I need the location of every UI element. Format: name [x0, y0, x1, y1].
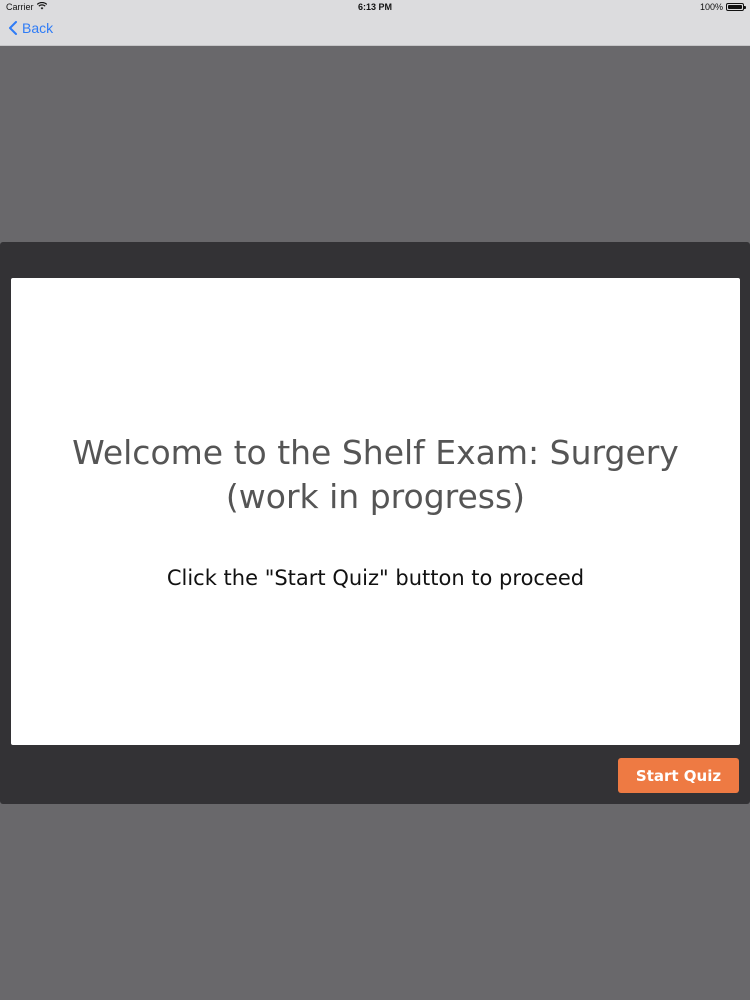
quiz-frame: Welcome to the Shelf Exam: Surgery (work… [0, 242, 750, 804]
welcome-title-line-1: Welcome to the Shelf Exam: Surgery [72, 433, 679, 472]
battery-icon [726, 3, 746, 11]
quiz-slide: Welcome to the Shelf Exam: Surgery (work… [11, 278, 740, 745]
instruction-text: Click the "Start Quiz" button to proceed [166, 566, 585, 590]
welcome-title-line-2: (work in progress) [225, 477, 526, 516]
status-time: 6:13 PM [357, 2, 392, 12]
back-label: Back [22, 20, 54, 36]
battery-fill [728, 5, 742, 9]
battery-percent: 100% [699, 2, 723, 12]
start-quiz-button[interactable]: Start Quiz [618, 758, 739, 793]
nav-bar: Back [0, 14, 750, 46]
status-bar: Carrier 6:13 PM 100% [0, 0, 750, 14]
top-bar: Carrier 6:13 PM 100% Back [0, 0, 750, 46]
welcome-title: Welcome to the Shelf Exam: Surgery (work… [31, 431, 720, 519]
chevron-left-icon [8, 21, 18, 35]
status-battery: 100% [699, 2, 746, 12]
back-button[interactable]: Back [8, 20, 53, 36]
